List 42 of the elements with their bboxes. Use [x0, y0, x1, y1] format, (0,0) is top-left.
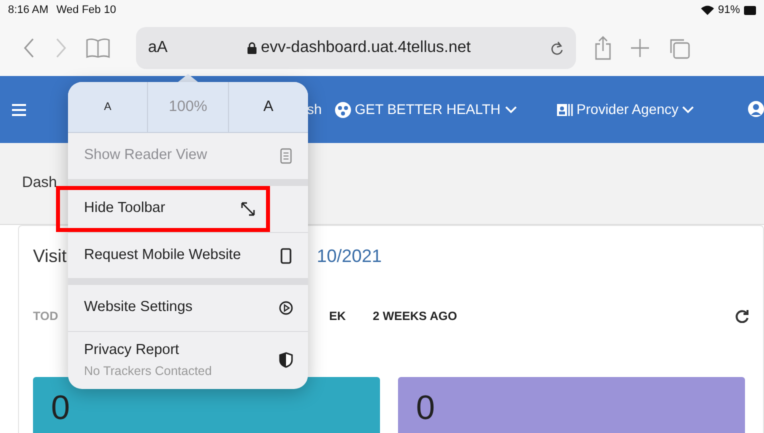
menu-item-label: Privacy Report	[84, 341, 180, 360]
battery-percent: 91%	[718, 2, 740, 18]
nav-link[interactable]: Provider Agency	[556, 99, 694, 120]
chevron-down-icon	[682, 106, 694, 114]
circles-icon	[334, 102, 351, 118]
resize-arrows-icon	[240, 201, 256, 217]
menu-item-subtitle: No Trackers Contacted	[84, 362, 213, 380]
status-date: Wed Feb 10	[56, 2, 116, 18]
refresh-icon[interactable]	[735, 309, 749, 323]
id-card-icon	[556, 102, 573, 118]
menu-icon[interactable]	[12, 104, 26, 116]
breadcrumb-text[interactable]: Dash	[22, 172, 58, 195]
text-size-button[interactable]: aA	[148, 36, 168, 60]
document-icon	[278, 148, 294, 164]
wifi-icon	[700, 5, 714, 15]
smaller-text-button[interactable]: A	[68, 82, 148, 132]
lock-icon	[246, 42, 257, 54]
reload-icon[interactable]	[550, 40, 564, 56]
plus-icon[interactable]	[630, 38, 650, 58]
period-tab[interactable]: EK	[329, 307, 346, 325]
status-time: 8:16 AM	[8, 2, 48, 18]
battery-icon	[744, 6, 756, 14]
share-icon[interactable]	[594, 36, 612, 60]
card-title-date: 10/2021	[316, 244, 382, 268]
chevron-down-icon	[504, 106, 517, 114]
tabs-icon[interactable]	[668, 37, 690, 59]
card-title: Visit	[33, 244, 67, 268]
forward-icon[interactable]	[54, 37, 68, 59]
nav-link[interactable]: GET BETTER HEALTH	[334, 99, 517, 120]
shield-icon	[278, 352, 294, 368]
phone-icon	[278, 248, 294, 264]
menu-item[interactable]: Privacy Report No Trackers Contacted	[68, 331, 308, 388]
larger-text-button[interactable]: A	[228, 82, 308, 132]
back-icon[interactable]	[22, 37, 36, 59]
stat-tile: 0	[398, 377, 745, 433]
user-icon[interactable]	[748, 100, 764, 118]
book-icon[interactable]	[86, 38, 110, 58]
period-tab[interactable]: 2 WEEKS AGO	[372, 307, 458, 325]
menu-item[interactable]: Website Settings	[68, 285, 308, 331]
url-text[interactable]: evv-dashboard.uat.4tellus.net	[260, 36, 471, 60]
nav-link[interactable]: sh	[307, 99, 322, 120]
menu-item[interactable]: Hide Toolbar	[56, 186, 270, 232]
